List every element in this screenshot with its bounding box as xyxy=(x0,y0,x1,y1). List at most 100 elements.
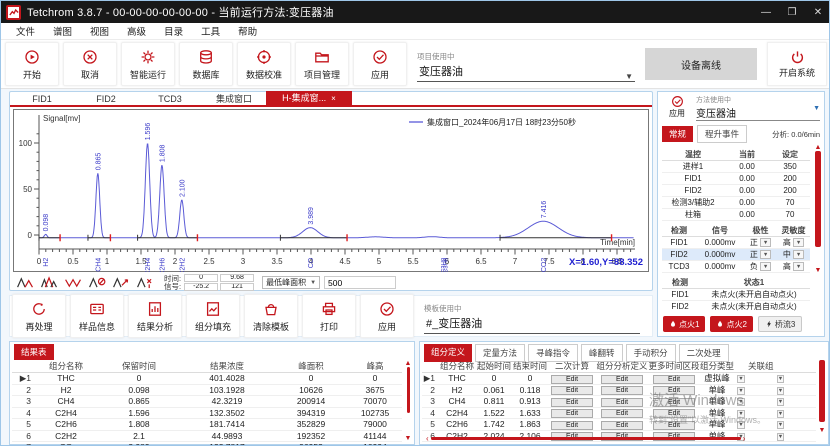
table-row[interactable]: 柱箱0.0070 xyxy=(662,209,810,221)
minimize-button[interactable]: — xyxy=(753,1,779,23)
valley-icon[interactable] xyxy=(62,275,84,290)
toolbar-button[interactable]: 再处理 xyxy=(12,294,66,338)
edit-button[interactable]: Edit xyxy=(551,409,593,418)
menu-item[interactable]: 目录 xyxy=(155,24,192,38)
edit-button[interactable]: Edit xyxy=(601,398,643,407)
device-status-button[interactable]: 设备离线 xyxy=(645,48,757,80)
chevron-down-icon[interactable]: ▼ xyxy=(625,72,635,81)
project-combobox[interactable]: 项目使用中 变压器油 ▼ xyxy=(417,47,635,82)
method-scrollbar[interactable]: ▲▼ xyxy=(813,144,823,274)
edit-button[interactable]: Edit xyxy=(551,386,593,395)
chevron-down-icon[interactable]: ▼ xyxy=(777,421,784,429)
tab-channel[interactable]: FID2 xyxy=(74,94,138,104)
toolbar-button[interactable]: 开始 xyxy=(5,42,59,86)
table-row[interactable]: 7CO3.989132.78179695310994 xyxy=(12,442,402,446)
toolbar-button[interactable]: 项目管理 xyxy=(295,42,349,86)
table-row[interactable]: FID20.000mv正 ▼中 ▼ xyxy=(662,249,810,261)
table-row[interactable]: FID1未点火(未开启自动点火) xyxy=(662,289,810,301)
edit-button[interactable]: Edit xyxy=(601,421,643,430)
chevron-down-icon[interactable]: ▼ xyxy=(737,410,744,418)
toolbar-button[interactable]: 数据库 xyxy=(179,42,233,86)
ignite-button[interactable]: 点火2 xyxy=(710,316,752,332)
chevron-down-icon[interactable]: ▼ xyxy=(737,421,744,429)
tab-channel[interactable]: FID1 xyxy=(10,94,74,104)
method-apply-button[interactable]: 应用 xyxy=(662,95,692,121)
peak-pair-icon[interactable] xyxy=(14,275,36,290)
tab-results[interactable]: 结果表 xyxy=(14,344,54,360)
peak-mark-icon[interactable] xyxy=(110,275,132,290)
ignite-button[interactable]: 点火1 xyxy=(663,316,705,332)
tab-temp-program[interactable]: 程升事件 xyxy=(697,125,747,143)
menu-item[interactable]: 帮助 xyxy=(229,24,266,38)
table-row[interactable]: 4C2H41.596132.3502394319102735 xyxy=(12,408,402,420)
table-row[interactable]: 2H20.0610.118EditEditEdit单峰▼▼ xyxy=(422,385,816,397)
peak-group-icon[interactable] xyxy=(38,275,60,290)
edit-button[interactable]: Edit xyxy=(653,398,695,407)
chevron-down-icon[interactable]: ▼ xyxy=(777,398,784,406)
time-to-field[interactable] xyxy=(220,274,254,282)
close-icon[interactable]: × xyxy=(331,91,336,106)
table-row[interactable]: FID2未点火(未开启自动点火) xyxy=(662,301,810,312)
chevron-down-icon[interactable]: ▼ xyxy=(737,375,744,383)
min-peak-area-dropdown[interactable]: 最低峰面积 ▼ xyxy=(262,276,320,289)
component-hscrollbar[interactable]: ‹› xyxy=(424,434,804,442)
peak-delete-icon[interactable] xyxy=(134,275,156,290)
menu-item[interactable]: 视图 xyxy=(81,24,118,38)
chevron-down-icon[interactable]: ▼ xyxy=(793,238,804,247)
edit-button[interactable]: Edit xyxy=(601,386,643,395)
tab-channel[interactable]: TCD3 xyxy=(138,94,202,104)
chromatogram-plot[interactable]: Signal[mv]05010000.511.522.533.544.555.5… xyxy=(13,109,649,272)
edit-button[interactable]: Edit xyxy=(601,409,643,418)
chevron-down-icon[interactable]: ▼ xyxy=(737,387,744,395)
table-row[interactable]: FID10.000mv正 ▼高 ▼ xyxy=(662,237,810,249)
table-row[interactable]: ▶1THC00EditEditEdit虚拟峰▼▼ xyxy=(422,373,816,385)
toolbar-button[interactable]: 智能运行 xyxy=(121,42,175,86)
tab-general[interactable]: 常规 xyxy=(662,126,693,142)
component-vscrollbar[interactable]: ▼ xyxy=(817,360,827,434)
chevron-down-icon[interactable]: ▼ xyxy=(777,410,784,418)
table-row[interactable]: TCD30.000mv负 ▼高 ▼ xyxy=(662,261,810,273)
edit-button[interactable]: Edit xyxy=(653,375,695,384)
table-row[interactable]: 5C2H61.7421.863EditEditEdit单峰▼▼ xyxy=(422,419,816,431)
signal-from-field[interactable] xyxy=(184,283,218,291)
toolbar-button[interactable]: 应用 xyxy=(360,294,414,338)
table-row[interactable]: ▶1THC0401.402800 xyxy=(12,373,402,385)
edit-button[interactable]: Edit xyxy=(601,375,643,384)
power-on-button[interactable]: 开启系统 xyxy=(767,42,827,86)
table-row[interactable]: 5C2H61.808181.741435282979000 xyxy=(12,419,402,431)
menu-item[interactable]: 文件 xyxy=(7,24,44,38)
toolbar-button[interactable]: 样品信息 xyxy=(70,294,124,338)
toolbar-button[interactable]: 数据校准 xyxy=(237,42,291,86)
toolbar-button[interactable]: 取消 xyxy=(63,42,117,86)
toolbar-button[interactable]: 组分填充 xyxy=(186,294,240,338)
time-from-field[interactable] xyxy=(184,274,218,282)
toolbar-button[interactable]: 应用 xyxy=(353,42,407,86)
chevron-down-icon[interactable]: ▼ xyxy=(760,250,771,259)
table-row[interactable]: FID10.00200 xyxy=(662,173,810,185)
table-row[interactable]: 6C2H22.144.989319235241144 xyxy=(12,431,402,443)
table-row[interactable]: 3CH40.8110.913EditEditEdit单峰▼▼ xyxy=(422,396,816,408)
peak-reject-icon[interactable] xyxy=(86,275,108,290)
chevron-down-icon[interactable]: ▼ xyxy=(777,387,784,395)
template-combobox[interactable]: 模板使用中 #_变压器油 xyxy=(424,299,640,334)
restore-button[interactable]: ❐ xyxy=(779,1,805,23)
edit-button[interactable]: Edit xyxy=(653,421,695,430)
chevron-down-icon[interactable]: ▼ xyxy=(793,262,804,271)
tab-active-integration[interactable]: H-集成窗...× xyxy=(266,91,352,106)
chevron-down-icon[interactable]: ▼ xyxy=(760,262,771,271)
table-row[interactable]: 进样10.00350 xyxy=(662,161,810,173)
chevron-down-icon[interactable]: ▼ xyxy=(760,238,771,247)
edit-button[interactable]: Edit xyxy=(653,409,695,418)
results-scrollbar[interactable]: ▲▼ xyxy=(403,360,413,442)
edit-button[interactable]: Edit xyxy=(551,398,593,407)
chevron-down-icon[interactable]: ▼ xyxy=(793,250,804,259)
toolbar-button[interactable]: 结果分析 xyxy=(128,294,182,338)
menu-item[interactable]: 工具 xyxy=(192,24,229,38)
min-peak-area-input[interactable] xyxy=(324,276,396,289)
method-combobox[interactable]: 方法使用中 变压器油 ▼ xyxy=(696,95,820,121)
table-row[interactable]: 3CH40.86542.321920091470070 xyxy=(12,396,402,408)
ignite-button[interactable]: 桥流3 xyxy=(758,316,802,332)
menu-item[interactable]: 高级 xyxy=(118,24,155,38)
toolbar-button[interactable]: 打印 xyxy=(302,294,356,338)
table-row[interactable]: FID20.00200 xyxy=(662,185,810,197)
